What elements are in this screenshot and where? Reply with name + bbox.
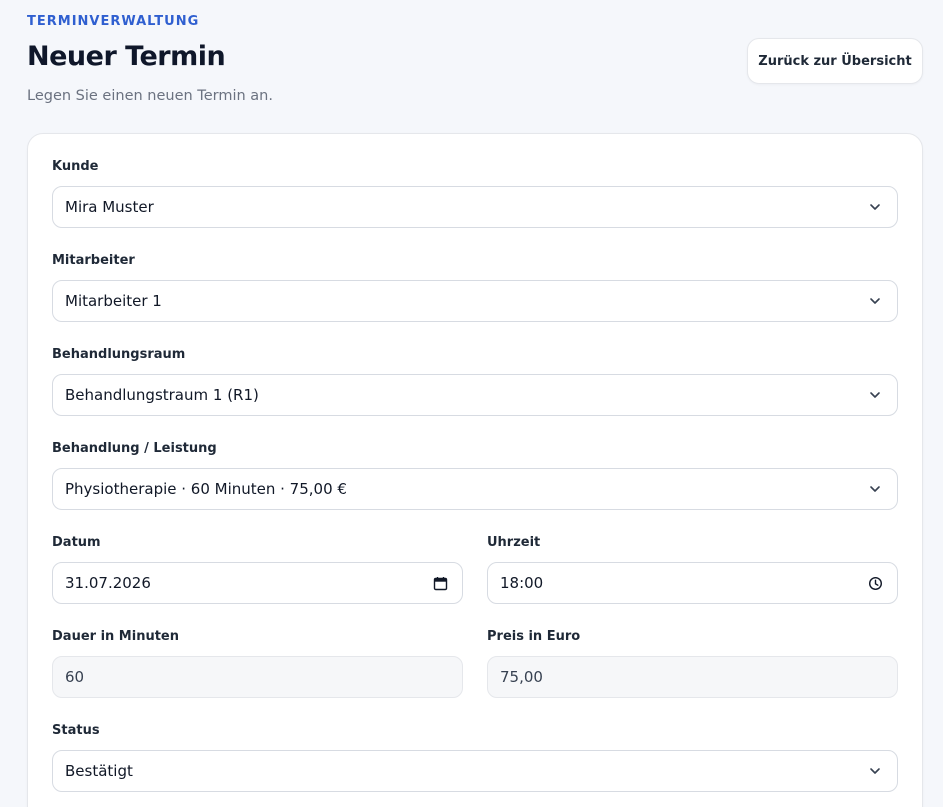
section-eyebrow: TERMINVERWALTUNG bbox=[27, 14, 200, 29]
status-select[interactable]: Bestätigt bbox=[52, 750, 898, 792]
room-select-value: Behandlungstraum 1 (R1) bbox=[65, 386, 259, 404]
chevron-down-icon bbox=[867, 763, 883, 779]
chevron-down-icon bbox=[867, 293, 883, 309]
page-title: Neuer Termin bbox=[27, 41, 226, 72]
date-input-value: 31.07.2026 bbox=[65, 574, 151, 592]
appointment-form: Kunde Mira Muster Mitarbeiter Mitarbeite… bbox=[27, 133, 923, 807]
customer-select[interactable]: Mira Muster bbox=[52, 186, 898, 228]
employee-select[interactable]: Mitarbeiter 1 bbox=[52, 280, 898, 322]
customer-select-value: Mira Muster bbox=[65, 198, 154, 216]
price-field-value: 75,00 bbox=[500, 668, 543, 686]
customer-label: Kunde bbox=[52, 159, 99, 174]
duration-field-value: 60 bbox=[65, 668, 85, 686]
page-subtitle: Legen Sie einen neuen Termin an. bbox=[27, 88, 273, 104]
date-input[interactable]: 31.07.2026 bbox=[52, 562, 463, 604]
status-select-value: Bestätigt bbox=[65, 762, 133, 780]
date-label: Datum bbox=[52, 535, 101, 550]
status-label: Status bbox=[52, 723, 100, 738]
time-input-value: 18:00 bbox=[500, 574, 544, 592]
time-input[interactable]: 18:00 bbox=[487, 562, 898, 604]
price-field: 75,00 bbox=[487, 656, 898, 698]
duration-field: 60 bbox=[52, 656, 463, 698]
clock-icon[interactable] bbox=[867, 575, 883, 591]
calendar-icon[interactable] bbox=[432, 575, 448, 591]
employee-select-value: Mitarbeiter 1 bbox=[65, 292, 162, 310]
back-to-overview-button[interactable]: Zurück zur Übersicht bbox=[747, 38, 923, 84]
treatment-label: Behandlung / Leistung bbox=[52, 441, 217, 456]
room-label: Behandlungsraum bbox=[52, 347, 186, 362]
page: TERMINVERWALTUNG Neuer Termin Legen Sie … bbox=[0, 0, 943, 807]
room-select[interactable]: Behandlungstraum 1 (R1) bbox=[52, 374, 898, 416]
treatment-select[interactable]: Physiotherapie · 60 Minuten · 75,00 € bbox=[52, 468, 898, 510]
chevron-down-icon bbox=[867, 199, 883, 215]
chevron-down-icon bbox=[867, 387, 883, 403]
treatment-select-value: Physiotherapie · 60 Minuten · 75,00 € bbox=[65, 480, 347, 498]
duration-label: Dauer in Minuten bbox=[52, 629, 179, 644]
employee-label: Mitarbeiter bbox=[52, 253, 135, 268]
time-label: Uhrzeit bbox=[487, 535, 541, 550]
chevron-down-icon bbox=[867, 481, 883, 497]
price-label: Preis in Euro bbox=[487, 629, 581, 644]
